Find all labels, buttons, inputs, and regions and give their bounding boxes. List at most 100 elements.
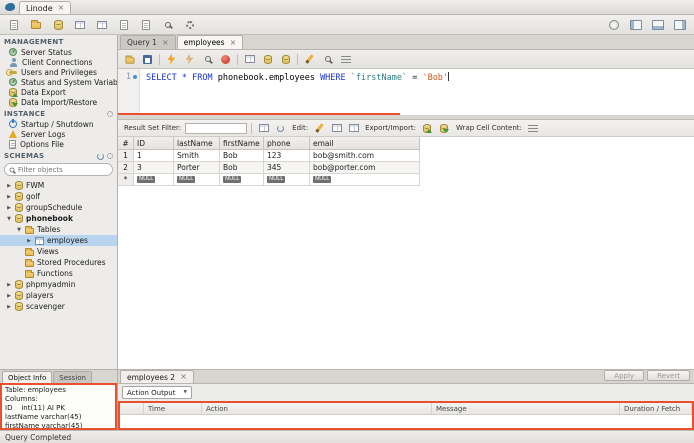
new-query-tab-button[interactable] — [4, 16, 24, 33]
editor-result-splitter[interactable] — [118, 113, 694, 120]
refresh-schemas-icon[interactable] — [97, 152, 104, 160]
chevron-down-icon[interactable]: ▼ — [16, 227, 22, 233]
home-tab-button[interactable] — [3, 1, 17, 13]
grid-cell[interactable]: bob@porter.com — [310, 162, 420, 174]
row-number-cell[interactable]: * — [118, 174, 134, 186]
beautify-button[interactable] — [301, 52, 318, 67]
grid-cell-null[interactable]: NULL — [174, 174, 220, 186]
grid-cell[interactable]: Bob — [220, 162, 264, 174]
create-function-button[interactable] — [136, 16, 156, 33]
rollback-button[interactable] — [277, 52, 294, 67]
execute-current-button[interactable] — [181, 52, 198, 67]
sidebar-item-client-connections[interactable]: Client Connections — [0, 57, 117, 67]
grid-cell[interactable]: 3 — [134, 162, 174, 174]
tree-item-functions[interactable]: Functions — [0, 268, 117, 279]
grid-cell[interactable]: 123 — [264, 150, 310, 162]
output-type-select[interactable]: Action Output ▼ — [122, 386, 192, 399]
export-data-button[interactable] — [420, 122, 435, 135]
export-recordset-button[interactable] — [256, 122, 271, 135]
chevron-right-icon[interactable]: ▶ — [6, 205, 12, 211]
schema-item-fwm[interactable]: ▶ FWM — [0, 180, 117, 191]
sidebar-item-data-import[interactable]: Data Import/Restore — [0, 97, 117, 107]
wrap-cell-button[interactable] — [526, 122, 541, 135]
sidebar-item-server-status[interactable]: Server Status — [0, 47, 117, 57]
connection-tab-linode[interactable]: Linode × — [19, 1, 72, 14]
toggle-output-button[interactable] — [648, 16, 668, 33]
sql-code-line[interactable]: SELECT * FROM phonebook.employees WHERE … — [140, 69, 450, 115]
schema-item-phpmyadmin[interactable]: ▶ phpmyadmin — [0, 279, 117, 290]
output-duration-column[interactable]: Duration / Fetch — [620, 403, 692, 414]
grid-cell-null[interactable]: NULL — [264, 174, 310, 186]
output-action-column[interactable]: Action — [202, 403, 432, 414]
close-tab-icon[interactable]: × — [180, 373, 187, 381]
sidebar-item-server-logs[interactable]: Server Logs — [0, 129, 117, 139]
instance-section-header[interactable]: INSTANCE — [0, 107, 117, 119]
open-script-button[interactable] — [26, 16, 46, 33]
tree-item-employees[interactable]: ▶ employees — [0, 235, 117, 246]
tree-item-views[interactable]: Views — [0, 246, 117, 257]
open-file-button[interactable] — [121, 52, 138, 67]
refresh-recordset-button[interactable] — [273, 122, 288, 135]
grid-cell-null[interactable]: NULL — [134, 174, 174, 186]
chevron-right-icon[interactable]: ▶ — [6, 183, 12, 189]
sidebar-item-data-export[interactable]: Data Export — [0, 87, 117, 97]
schema-item-golf[interactable]: ▶ golf — [0, 191, 117, 202]
find-button[interactable] — [319, 52, 336, 67]
tree-item-tables[interactable]: ▼ Tables — [0, 224, 117, 235]
chevron-right-icon[interactable]: ▶ — [26, 238, 32, 244]
result-filter-input[interactable] — [185, 122, 248, 134]
revert-button[interactable]: Revert — [647, 370, 690, 381]
sidebar-item-system-variables[interactable]: Status and System Variables — [0, 77, 117, 87]
execute-button[interactable] — [163, 52, 180, 67]
create-procedure-button[interactable] — [114, 16, 134, 33]
explain-button[interactable] — [199, 52, 216, 67]
toggle-secondary-sidebar-button[interactable] — [670, 16, 690, 33]
grid-header-id[interactable]: ID — [134, 137, 174, 150]
tree-item-stored-procedures[interactable]: Stored Procedures — [0, 257, 117, 268]
toggle-stop-on-error-button[interactable] — [241, 52, 258, 67]
schema-item-phonebook[interactable]: ▼ phonebook — [0, 213, 117, 224]
create-schema-button[interactable] — [48, 16, 68, 33]
create-table-button[interactable] — [70, 16, 90, 33]
import-data-button[interactable] — [437, 122, 452, 135]
close-tab-icon[interactable]: × — [230, 38, 237, 47]
chevron-right-icon[interactable]: ▶ — [6, 304, 12, 310]
grid-cell-null[interactable]: NULL — [310, 174, 420, 186]
grid-cell[interactable]: bob@smith.com — [310, 150, 420, 162]
search-data-button[interactable] — [158, 16, 178, 33]
toggle-sidebar-button[interactable] — [626, 16, 646, 33]
grid-header-firstname[interactable]: firstName — [220, 137, 264, 150]
tab-employees-2[interactable]: employees 2 × — [120, 370, 194, 383]
connection-status-button[interactable] — [604, 16, 624, 33]
sql-code-editor[interactable]: 1 SELECT * FROM phonebook.employees WHER… — [118, 69, 694, 115]
schemas-section-header[interactable]: SCHEMAS — [0, 149, 117, 161]
grid-cell[interactable]: Smith — [174, 150, 220, 162]
row-number-cell[interactable]: 1 — [118, 150, 134, 162]
sidebar-item-users-privileges[interactable]: Users and Privileges — [0, 67, 117, 77]
apply-button[interactable]: Apply — [604, 370, 645, 381]
grid-cell[interactable]: Porter — [174, 162, 220, 174]
instance-options-icon[interactable] — [107, 111, 113, 117]
sidebar-item-options-file[interactable]: Options File — [0, 139, 117, 149]
tab-object-info[interactable]: Object Info — [2, 371, 53, 383]
commit-button[interactable] — [259, 52, 276, 67]
schema-item-scavenger[interactable]: ▶ scavenger — [0, 301, 117, 312]
stop-button[interactable] — [217, 52, 234, 67]
grid-cell-null[interactable]: NULL — [220, 174, 264, 186]
add-record-button[interactable] — [329, 122, 344, 135]
schemas-options-icon[interactable] — [107, 153, 113, 159]
chevron-right-icon[interactable]: ▶ — [6, 293, 12, 299]
output-time-column[interactable]: Time — [144, 403, 202, 414]
schema-item-players[interactable]: ▶ players — [0, 290, 117, 301]
chevron-down-icon[interactable]: ▼ — [6, 216, 12, 222]
tab-query-1[interactable]: Query 1 × — [120, 35, 176, 49]
preferences-button[interactable] — [180, 16, 200, 33]
grid-header-email[interactable]: email — [310, 137, 420, 150]
close-tab-icon[interactable]: × — [58, 4, 65, 12]
management-section-header[interactable]: MANAGEMENT — [0, 35, 117, 47]
wrap-text-button[interactable] — [337, 52, 354, 67]
grid-cell[interactable]: 1 — [134, 150, 174, 162]
delete-record-button[interactable] — [346, 122, 361, 135]
schema-item-groupschedule[interactable]: ▶ groupSchedule — [0, 202, 117, 213]
edit-record-button[interactable] — [312, 122, 327, 135]
